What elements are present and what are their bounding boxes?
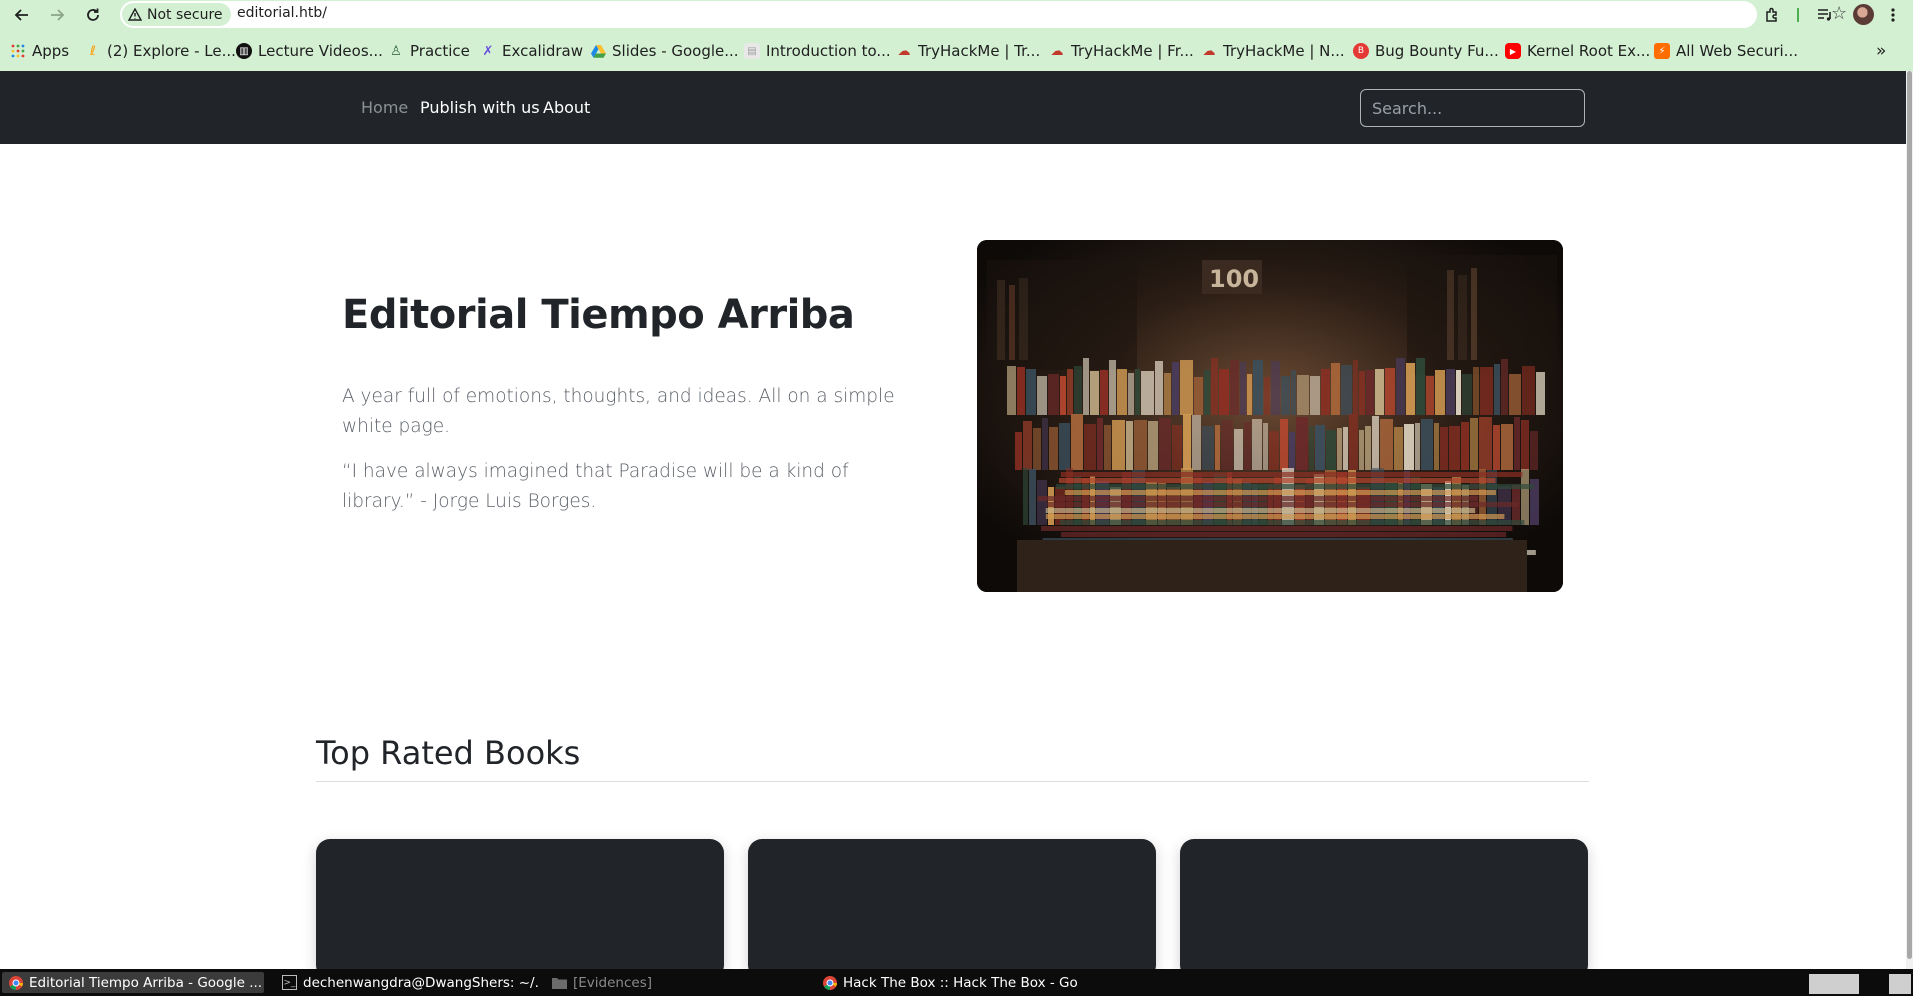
forward-arrow-icon <box>51 9 65 21</box>
bookmark-item[interactable]: ℓ (2) Explore - Le... <box>85 40 236 62</box>
back-button[interactable] <box>10 3 34 27</box>
scrollbar-thumb[interactable] <box>1907 71 1912 959</box>
lecture-icon: ▥ <box>236 43 252 59</box>
bookstore-image: 100 <box>977 240 1563 592</box>
nav-home-link[interactable]: Home <box>361 98 408 117</box>
tryhackme-icon: ☁ <box>1202 43 1216 59</box>
browser-menu-icon[interactable] <box>1882 4 1904 26</box>
google-drive-icon <box>590 43 606 59</box>
apps-grid-icon <box>10 43 26 59</box>
bookmark-label: TryHackMe | Tr... <box>918 42 1041 60</box>
bookmark-label: TryHackMe | Fr... <box>1071 42 1194 60</box>
toolbar: Not secure editorial.htb/ ☆ <box>0 0 1913 30</box>
hero-quote: “I have always imagined that Paradise wi… <box>342 461 849 512</box>
nav-publish-link[interactable]: Publish with us <box>420 98 540 117</box>
show-desktop-button[interactable] <box>1889 974 1911 994</box>
system-tray-area[interactable] <box>1809 974 1859 994</box>
reload-button[interactable] <box>81 3 105 27</box>
bookmark-item[interactable]: ☁ TryHackMe | Fr... <box>1049 40 1194 62</box>
bookmark-item[interactable]: ▤ Introduction to... <box>744 40 891 62</box>
bookmark-label: All Web Securi... <box>1676 42 1798 60</box>
bookmark-label: Kernel Root Ex... <box>1527 42 1651 60</box>
page-scrollbar[interactable] <box>1906 71 1913 969</box>
bookmark-label: Introduction to... <box>766 42 891 60</box>
taskbar-item[interactable]: Editorial Tiempo Arriba - Google ... <box>2 972 264 993</box>
warning-icon <box>128 8 142 21</box>
bookmark-label: Slides - Google... <box>612 42 739 60</box>
taskbar-item[interactable]: [Evidences] <box>546 972 808 993</box>
security-label: Not secure <box>147 6 223 23</box>
folder-icon <box>552 975 567 990</box>
profile-avatar[interactable] <box>1853 4 1874 25</box>
reload-icon <box>87 8 99 21</box>
hero-tagline: A year full of emotions, thoughts, and i… <box>342 386 895 437</box>
back-arrow-icon <box>14 9 28 21</box>
bookmark-item[interactable]: B Bug Bounty Fu... <box>1353 40 1499 62</box>
extensions-icon[interactable] <box>1761 4 1783 26</box>
taskbar-item-label: Hack The Box :: Hack The Box - Go... <box>843 974 1078 991</box>
search-input[interactable] <box>1360 89 1585 127</box>
bookmarks-overflow-button[interactable]: » <box>1876 40 1886 62</box>
nav-about-link[interactable]: About <box>543 98 590 117</box>
browser-chrome: Not secure editorial.htb/ ☆ Apps ℓ (2) E… <box>0 0 1913 71</box>
chevron-double-right-icon: » <box>1876 41 1887 61</box>
terminal-icon: >_ <box>282 975 297 990</box>
bookmark-item[interactable]: ▥ Lecture Videos... <box>236 40 383 62</box>
address-bar[interactable]: Not secure editorial.htb/ ☆ <box>120 1 1847 28</box>
bookmark-item[interactable]: ✗ Excalidraw <box>480 40 583 62</box>
taskbar-item-label: dechenwangdra@DwangShers: ~/... <box>303 974 538 991</box>
web-page: Home Publish with us About Editorial Tie… <box>0 71 1906 969</box>
forward-button[interactable] <box>45 3 69 27</box>
bookmark-item[interactable]: ⚡ All Web Securi... <box>1654 40 1798 62</box>
os-taskbar: Editorial Tiempo Arriba - Google ... >_ … <box>0 969 1913 996</box>
chrome-icon <box>822 975 837 990</box>
book-card[interactable] <box>316 839 724 969</box>
section-divider <box>316 781 1589 782</box>
chrome-icon <box>8 975 23 990</box>
document-icon: ▤ <box>744 43 760 59</box>
bookmark-item[interactable]: Apps <box>10 40 69 62</box>
bookmark-item[interactable]: ☁ TryHackMe | Tr... <box>896 40 1041 62</box>
taskbar-item-label: [Evidences] <box>573 974 652 991</box>
bookmark-item[interactable]: Slides - Google... <box>590 40 739 62</box>
bug-bounty-icon: B <box>1353 43 1369 59</box>
book-card[interactable] <box>748 839 1156 969</box>
explore-icon: ℓ <box>89 43 97 59</box>
site-navbar: Home Publish with us About <box>0 71 1906 144</box>
bookmark-item[interactable]: ▶ Kernel Root Ex... <box>1505 40 1650 62</box>
bookmark-label: Apps <box>32 42 70 60</box>
bookmark-label: Excalidraw <box>502 42 584 60</box>
practice-icon: ♙ <box>390 43 402 59</box>
section-title: Top Rated Books <box>316 734 581 772</box>
bookmark-label: (2) Explore - Le... <box>107 42 236 60</box>
svg-text:100: 100 <box>1209 265 1259 293</box>
bookmark-label: TryHackMe | N... <box>1223 42 1345 60</box>
book-card[interactable] <box>1180 839 1588 969</box>
youtube-icon: ▶ <box>1505 43 1521 59</box>
excalidraw-icon: ✗ <box>482 43 494 59</box>
bookmark-label: Bug Bounty Fu... <box>1375 42 1499 60</box>
tryhackme-icon: ☁ <box>897 43 911 59</box>
bookmark-item[interactable]: ☁ TryHackMe | N... <box>1201 40 1345 62</box>
toolbar-divider <box>1797 8 1799 22</box>
url-text[interactable]: editorial.htb/ <box>237 5 327 21</box>
tryhackme-icon: ☁ <box>1050 43 1064 59</box>
portswigger-icon: ⚡ <box>1654 43 1670 59</box>
taskbar-item-label: Editorial Tiempo Arriba - Google ... <box>29 974 263 991</box>
hero-title: Editorial Tiempo Arriba <box>342 292 855 338</box>
bookmark-item[interactable]: ♙ Practice <box>388 40 470 62</box>
taskbar-item[interactable]: Hack The Box :: Hack The Box - Go... <box>816 972 1078 993</box>
bookmarks-bar: Apps ℓ (2) Explore - Le... ▥ Lecture Vid… <box>0 37 1913 65</box>
bookmark-label: Practice <box>410 42 470 60</box>
site-info-chip[interactable]: Not secure <box>122 3 231 26</box>
taskbar-item[interactable]: >_ dechenwangdra@DwangShers: ~/... <box>276 972 538 993</box>
media-controls-icon[interactable] <box>1814 4 1836 26</box>
bookmark-label: Lecture Videos... <box>258 42 383 60</box>
